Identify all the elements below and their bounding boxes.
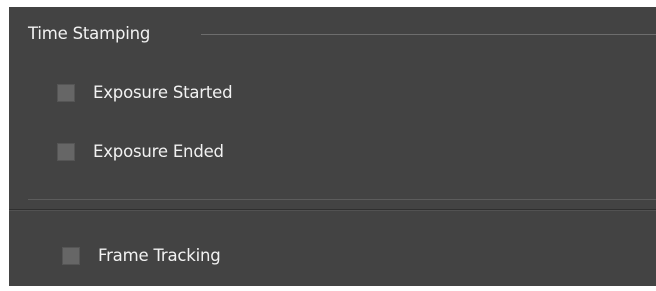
time-stamping-group: Time Stamping Exposure Started Exposure … (9, 7, 656, 209)
exposure-started-checkbox[interactable] (57, 84, 75, 102)
group-bottom-divider (28, 199, 656, 200)
settings-window: Time Stamping Exposure Started Exposure … (0, 0, 656, 291)
frame-tracking-checkbox[interactable] (62, 247, 80, 265)
exposure-started-label[interactable]: Exposure Started (93, 81, 233, 105)
exposure-ended-checkbox[interactable] (57, 143, 75, 161)
exposure-ended-label[interactable]: Exposure Ended (93, 140, 224, 164)
exposure-ended-option[interactable]: Exposure Ended (57, 140, 224, 164)
group-title-divider (201, 34, 656, 35)
frame-tracking-option[interactable]: Frame Tracking (62, 244, 221, 268)
time-stamping-title: Time Stamping (28, 24, 151, 43)
section-separator-highlight (9, 210, 656, 211)
exposure-started-option[interactable]: Exposure Started (57, 81, 233, 105)
time-stamping-header: Time Stamping (9, 23, 656, 45)
frame-tracking-label[interactable]: Frame Tracking (98, 244, 221, 268)
settings-panel: Time Stamping Exposure Started Exposure … (9, 7, 656, 286)
